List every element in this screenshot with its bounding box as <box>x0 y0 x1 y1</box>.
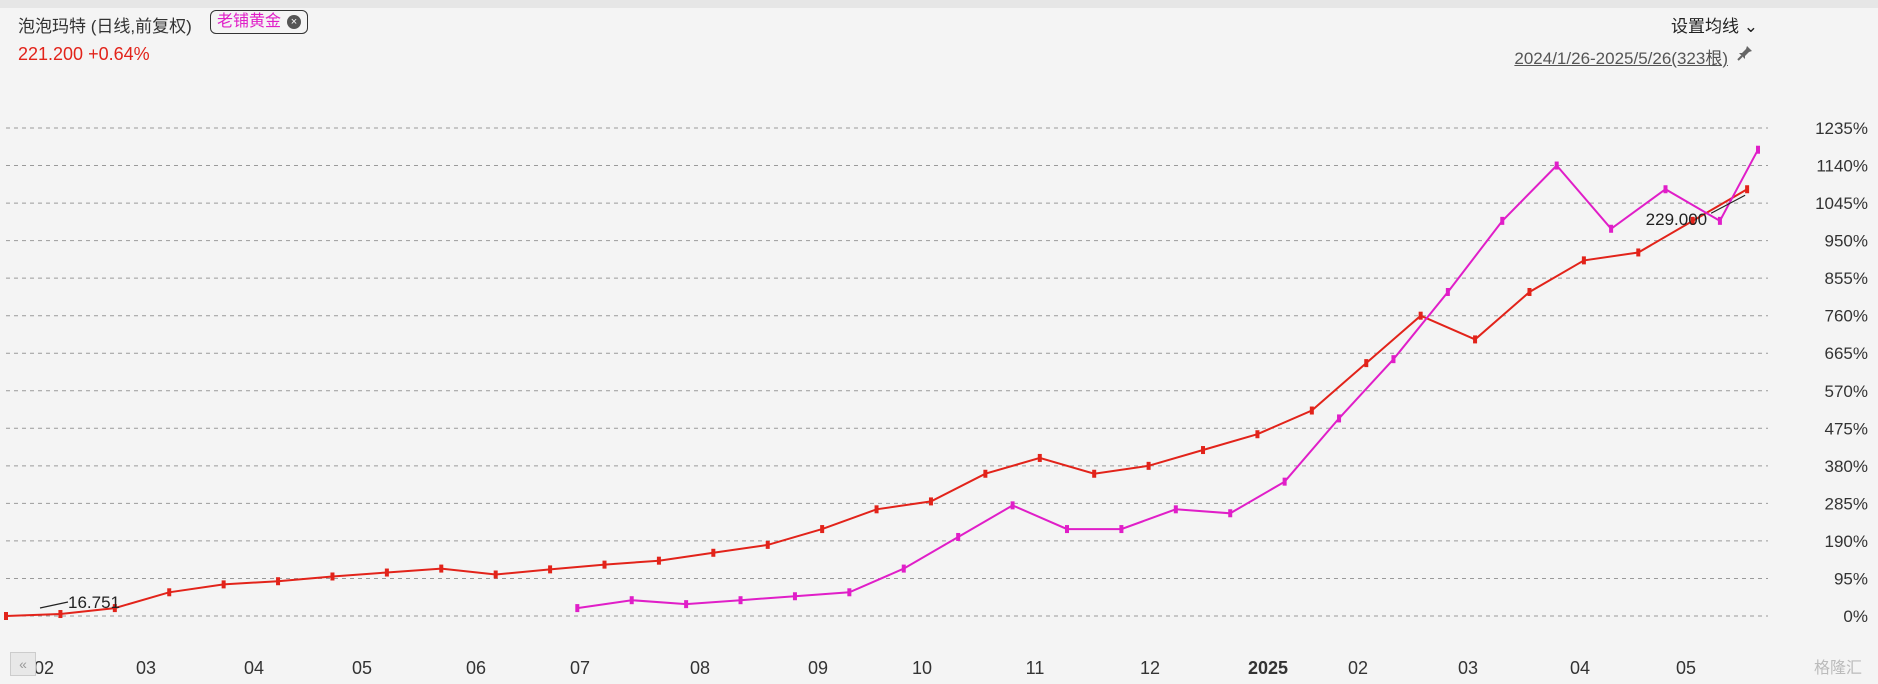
x-tick-label: 05 <box>352 658 372 678</box>
series-point <box>1581 256 1586 265</box>
series-point <box>575 604 580 613</box>
chart-area[interactable]: 0% 95% 190% 285% 380% 475% 570% 665% 760% 855% 950… <box>0 0 1878 684</box>
y-tick-label: 1045% <box>1815 194 1868 213</box>
series-point <box>1500 216 1505 225</box>
x-tick-label: 06 <box>466 658 486 678</box>
x-tick-label: 10 <box>912 658 932 678</box>
y-tick-label: 1140% <box>1816 157 1868 176</box>
series-point <box>1745 185 1750 194</box>
x-tick-label: 04 <box>244 658 264 678</box>
series-point <box>493 570 498 579</box>
series-point <box>820 525 825 534</box>
series-point <box>1717 216 1722 225</box>
y-tick-label: 665% <box>1825 344 1868 363</box>
x-tick-label: 08 <box>690 658 710 678</box>
series-point <box>1554 161 1559 170</box>
series-point <box>221 580 226 589</box>
x-tick-label: 04 <box>1570 658 1590 678</box>
series-point <box>1037 453 1042 462</box>
series-point <box>1146 461 1151 470</box>
x-tick-label: 03 <box>1458 658 1478 678</box>
series-point <box>1418 311 1423 320</box>
y-tick-label: 570% <box>1825 382 1868 401</box>
annotation-high: 229.000 <box>1646 210 1707 229</box>
series-point <box>874 505 879 514</box>
series-point <box>1527 287 1532 296</box>
series-point <box>1064 525 1069 534</box>
series-point <box>1663 185 1668 194</box>
series-point <box>792 592 797 601</box>
annotation-arrow <box>1710 194 1746 214</box>
annotation-low: 16.751 <box>68 593 120 612</box>
y-tick-label: 95% <box>1834 569 1868 588</box>
series-point <box>928 497 933 506</box>
series-point <box>901 564 906 573</box>
series-point <box>1255 430 1260 439</box>
series-point <box>1445 287 1450 296</box>
series-point <box>765 540 770 549</box>
series-point <box>1636 248 1641 257</box>
x-tick-label: 02 <box>34 658 54 678</box>
series-point <box>1364 359 1369 368</box>
series-point <box>439 564 444 573</box>
series-point <box>684 600 689 609</box>
series-point <box>548 565 553 574</box>
series-point <box>1201 446 1206 455</box>
series-point <box>711 548 716 557</box>
x-tick-label: 09 <box>808 658 828 678</box>
x-tick-label: 05 <box>1676 658 1696 678</box>
annotation-arrow <box>39 601 69 609</box>
series-point <box>602 560 607 569</box>
y-tick-label: 285% <box>1825 494 1868 513</box>
series-point <box>1173 505 1178 514</box>
series-point <box>1337 414 1342 423</box>
series-point <box>167 588 172 597</box>
x-tick-label: 07 <box>570 658 590 678</box>
series-point <box>58 610 63 619</box>
series-point <box>847 588 852 597</box>
series-point <box>330 572 335 581</box>
scroll-left-button[interactable]: « <box>10 652 36 676</box>
series-point <box>1228 509 1233 518</box>
series-line <box>5 188 1748 617</box>
series-point <box>384 568 389 577</box>
x-tick-label: 03 <box>136 658 156 678</box>
series-point <box>1756 145 1760 154</box>
series-point <box>1309 406 1314 415</box>
series-point <box>629 596 634 605</box>
x-tick-label: 02 <box>1348 658 1368 678</box>
y-tick-label: 0% <box>1843 607 1868 626</box>
series-point <box>1010 501 1015 510</box>
series-point <box>1391 355 1396 364</box>
y-tick-label: 1235% <box>1815 119 1868 138</box>
series-point <box>983 469 988 478</box>
y-tick-label: 380% <box>1825 457 1868 476</box>
series-point <box>956 532 961 541</box>
series-point <box>4 612 8 620</box>
x-tick-label: 2025 <box>1248 658 1288 678</box>
series-point <box>1282 477 1287 486</box>
y-tick-label: 855% <box>1825 269 1868 288</box>
x-tick-label: 11 <box>1026 658 1045 678</box>
series-point <box>1473 335 1478 344</box>
y-tick-label: 950% <box>1825 232 1868 251</box>
y-tick-label: 190% <box>1825 532 1868 551</box>
series-point <box>656 556 661 565</box>
series-point <box>1609 224 1614 233</box>
y-tick-label: 760% <box>1825 307 1868 326</box>
watermark: 格隆汇 <box>1813 660 1862 677</box>
series-line <box>577 149 1759 610</box>
series-point <box>1119 525 1124 534</box>
x-tick-label: 12 <box>1140 658 1160 678</box>
y-tick-label: 475% <box>1825 419 1868 438</box>
series-point <box>1092 469 1097 478</box>
series-point <box>276 577 281 586</box>
series-point <box>738 596 743 605</box>
